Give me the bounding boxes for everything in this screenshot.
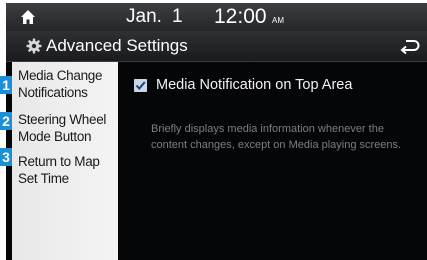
sidebar-item-label: Steering Wheel Mode Button [18,112,107,144]
media-notification-label[interactable]: Media Notification on Top Area [156,76,352,94]
status-date-month: Jan. [126,6,162,27]
status-clock: 12:00 [214,5,267,28]
sidebar-item-steering-wheel-mode-button[interactable]: Steering Wheel Mode Button [12,108,118,152]
badge-2: 2 [0,112,12,130]
sidebar-item-media-change-notifications[interactable]: Media Change Notifications [12,64,118,108]
title-bar: Advanced Settings [6,31,427,62]
home-icon[interactable] [20,9,36,25]
status-date-day: 1 [172,6,183,27]
gear-icon [26,38,42,54]
back-arrow-icon[interactable] [400,38,420,54]
badge-3: 3 [0,148,12,166]
sidebar-item-label: Media Change Notifications [18,68,103,100]
sidebar-item-return-to-map-set-time[interactable]: Return to Map Set Time [12,150,118,194]
sidebar-item-label: Return to Map Set Time [18,154,100,186]
settings-sidebar: Media Change Notifications Steering Whee… [12,62,118,260]
option-description: Briefly displays media information whene… [151,123,402,151]
status-ampm: AM [272,16,284,25]
media-notification-checkbox[interactable] [134,79,147,92]
settings-content: Media Notification on Top Area Briefly d… [118,62,427,260]
status-bar: Jan. 1 12:00 AM [6,3,427,31]
page-title: Advanced Settings [46,36,188,55]
head-unit-screen: Jan. 1 12:00 AM Advanced Settings Media … [6,3,427,260]
badge-1: 1 [0,76,12,94]
